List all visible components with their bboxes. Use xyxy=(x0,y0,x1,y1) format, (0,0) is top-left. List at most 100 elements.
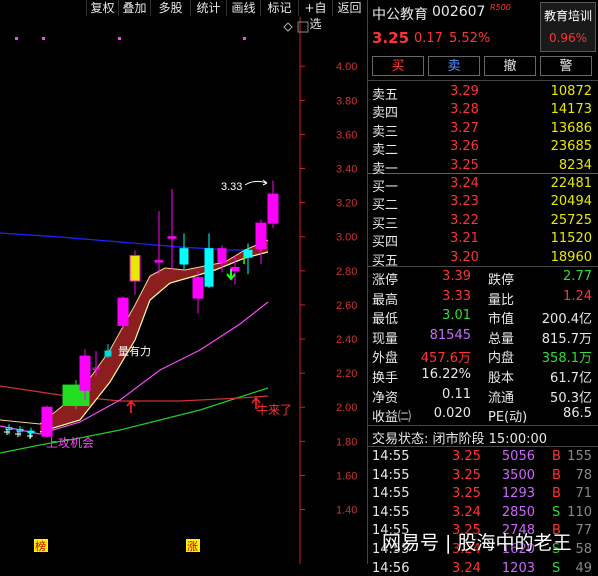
bid-label: 买一 xyxy=(372,180,399,195)
toolbar-button-7[interactable]: 返回 xyxy=(332,0,366,16)
tick-price: 3.24 xyxy=(452,504,481,520)
ask-label: 卖二 xyxy=(372,143,399,159)
candle-body xyxy=(179,248,189,265)
chart-toolbar: 复权 叠加 多股 统计 画线 标记 +自选 返回 xyxy=(0,0,366,31)
tick-side: S xyxy=(552,504,561,520)
bid-volume: 25725 xyxy=(550,212,592,228)
concept-pct: 0.96% xyxy=(548,31,588,45)
candle-body xyxy=(117,297,129,326)
signal-label: 量有力 xyxy=(118,344,151,358)
stat-value: 61.7亿 xyxy=(550,371,592,386)
tick-count: 71 xyxy=(575,486,592,502)
stat-label: 涨停 xyxy=(372,273,399,288)
trade-button-0[interactable]: 买 xyxy=(372,56,424,76)
stat-label: 股本 xyxy=(488,371,515,386)
price-axis-label: 1.60 xyxy=(336,470,357,482)
stat-label: 总量 xyxy=(488,331,515,347)
trade-button-1[interactable]: 卖 xyxy=(428,56,480,76)
signal-dot xyxy=(118,37,121,40)
buy-arrow-icon xyxy=(126,399,136,413)
toolbar-button-4[interactable]: 画线 xyxy=(226,0,260,16)
toolbar-button-6[interactable]: +自选 xyxy=(298,0,332,31)
trade-status: 交易状态: 闭市阶段 15:00:00 xyxy=(372,432,548,447)
ask-price: 3.27 xyxy=(450,120,479,136)
toolbar-button-1[interactable]: 叠加 xyxy=(118,0,150,16)
bid-price: 3.20 xyxy=(450,249,479,265)
high-price-label: 3.33 xyxy=(221,181,242,193)
candle-body xyxy=(192,277,204,299)
price-axis-label: 4.00 xyxy=(336,61,357,73)
tick-time: 14:56 xyxy=(372,560,410,576)
stat-value: 16.22% xyxy=(421,367,471,382)
bid-label: 买四 xyxy=(372,235,399,251)
stat-value: 3.01 xyxy=(442,308,471,324)
toolbar-button-5[interactable]: 标记 xyxy=(260,0,298,16)
tick-time: 14:55 xyxy=(372,467,410,483)
bid-label: 买二 xyxy=(372,198,399,214)
price-axis-label: 2.00 xyxy=(336,402,357,414)
bottom-tag: 榜 xyxy=(35,539,46,553)
ask-label: 卖三 xyxy=(372,124,399,140)
stat-label: 最低 xyxy=(372,312,399,328)
tick-count: 77 xyxy=(575,523,592,539)
price-axis-label: 3.80 xyxy=(336,95,357,107)
bid-price: 3.23 xyxy=(450,194,479,210)
stock-name: 中公教育 xyxy=(372,7,428,23)
candle-body xyxy=(204,248,214,287)
stat-value: 815.7万 xyxy=(541,331,592,347)
kline-chart-pane[interactable]: 4.00 3.80 3.60 3.40 3.20 3.00 2.80 2.60 2.40 2.20… xyxy=(0,0,366,564)
stat-value: 86.5 xyxy=(563,406,592,422)
candle-body xyxy=(217,248,227,263)
stat-value: 0.11 xyxy=(442,386,471,402)
ma-blue-line xyxy=(0,232,268,251)
tick-count: 110 xyxy=(567,504,592,520)
stat-label: 收益㈡ xyxy=(372,410,412,426)
candle-body xyxy=(154,260,164,263)
candle-body xyxy=(129,254,141,282)
tick-time: 14:55 xyxy=(372,486,410,502)
stat-label: 内盘 xyxy=(488,351,515,367)
quote-panel: 中公教育 002607 R500 教育培训 0.96% 3.25 0.17 5.… xyxy=(367,0,598,576)
signal-label: 牛来了 xyxy=(256,402,292,417)
concept-name: 教育培训 xyxy=(543,9,592,23)
tick-price: 3.24 xyxy=(452,560,481,576)
tick-time: 14:55 xyxy=(372,504,410,520)
price-axis-label: 3.40 xyxy=(336,164,357,176)
stat-label: PE(动) xyxy=(488,410,528,426)
toolbar-button-2[interactable]: 多股 xyxy=(150,0,190,16)
bid-label: 买三 xyxy=(372,216,399,232)
stat-label: 跌停 xyxy=(488,273,515,288)
candle-body xyxy=(27,430,35,434)
bid-volume: 11520 xyxy=(550,231,592,247)
price-axis-label: 3.20 xyxy=(336,198,357,210)
kline-chart[interactable]: 4.00 3.80 3.60 3.40 3.20 3.00 2.80 2.60 2.40 2.20… xyxy=(0,0,366,564)
tick-price: 3.25 xyxy=(452,467,481,483)
toolbar-button-0[interactable]: 复权 xyxy=(86,0,118,16)
tick-volume: 5056 xyxy=(501,449,535,464)
bid-price: 3.22 xyxy=(450,212,479,228)
price-axis-label: 3.60 xyxy=(336,129,357,141)
concept-box[interactable]: 教育培训 0.96% xyxy=(540,2,596,52)
diamond-icon xyxy=(283,22,293,32)
trade-button-2[interactable]: 撤 xyxy=(484,56,536,76)
bid-label: 买五 xyxy=(372,253,399,269)
stat-value: 1.24 xyxy=(563,288,592,304)
bottom-tag: 涨 xyxy=(187,540,198,553)
stat-label: 现量 xyxy=(372,331,399,347)
tick-count: 155 xyxy=(567,449,592,464)
ask-volume: 8234 xyxy=(558,157,592,173)
cross-marker-icon xyxy=(27,433,33,439)
tick-price: 3.25 xyxy=(452,486,481,502)
tick-side: S xyxy=(552,560,561,576)
stock-code: 002607 xyxy=(432,4,486,20)
candle-body xyxy=(230,266,240,272)
candle-body xyxy=(255,222,267,250)
price-axis-label: 1.40 xyxy=(336,505,357,517)
tick-price: 3.25 xyxy=(452,449,481,464)
stat-label: 净资 xyxy=(372,390,399,406)
tick-volume: 1203 xyxy=(501,560,535,576)
toolbar-button-3[interactable]: 统计 xyxy=(190,0,226,16)
candle-body xyxy=(243,249,253,258)
trade-button-3[interactable]: 警 xyxy=(540,56,592,76)
stat-value: 3.39 xyxy=(442,269,471,284)
